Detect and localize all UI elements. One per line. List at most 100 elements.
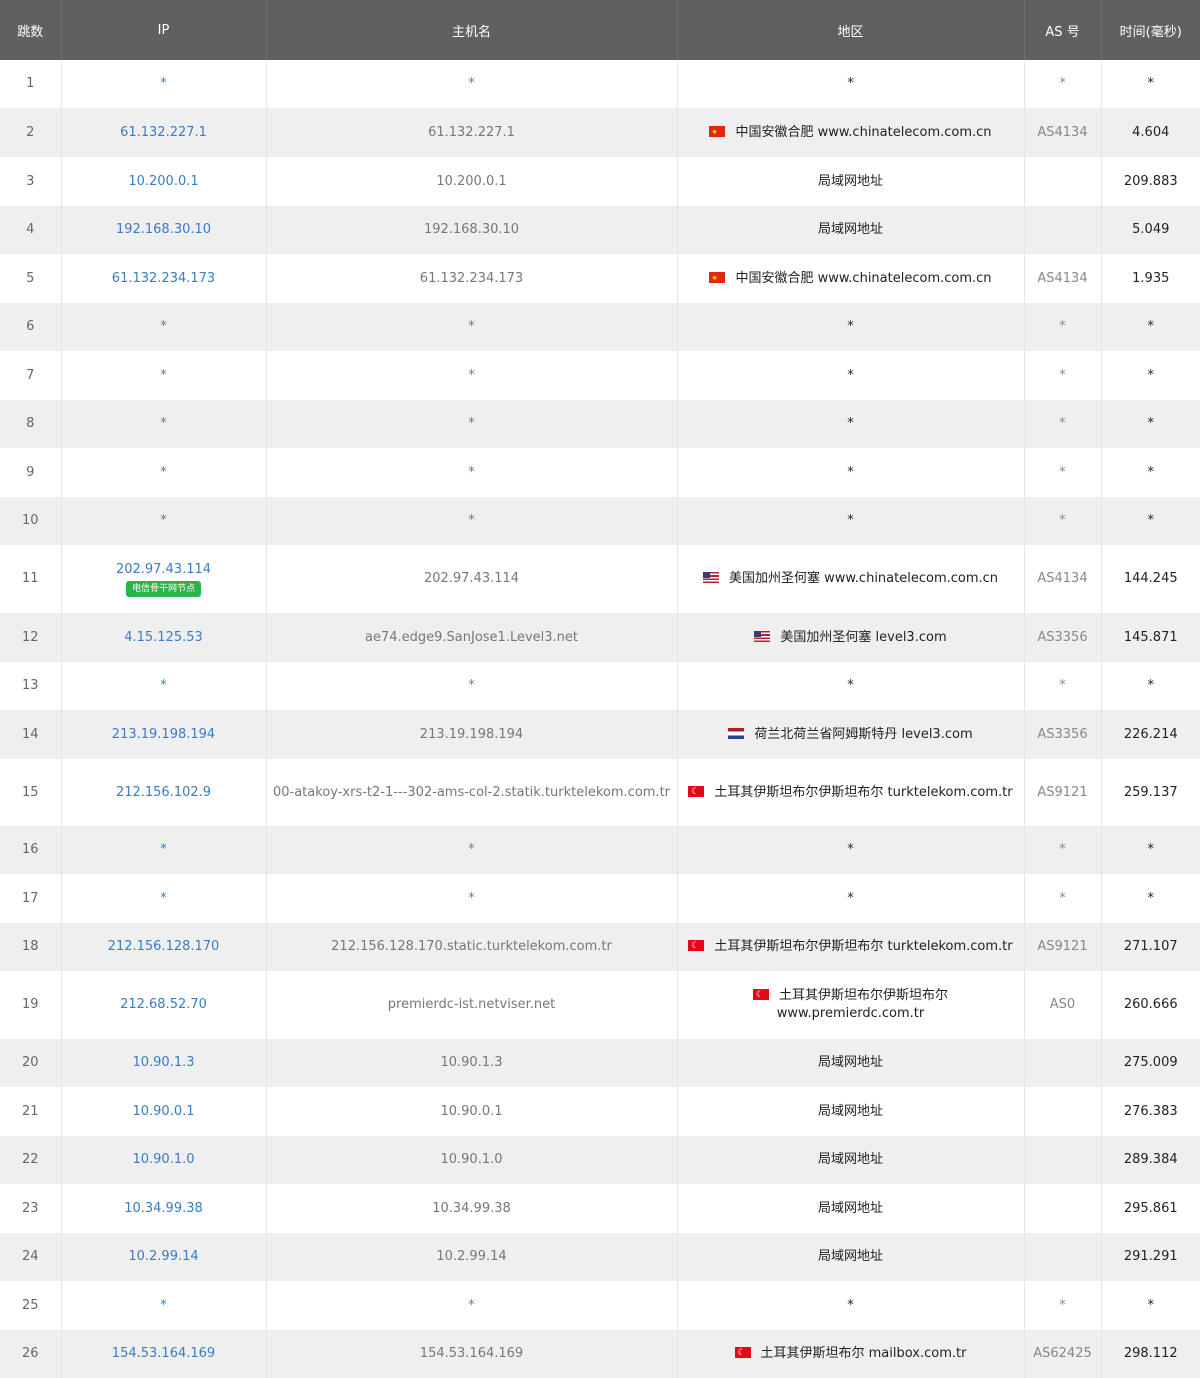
as-number: *	[1024, 400, 1102, 448]
hop-number: 13	[0, 662, 62, 710]
ip-cell[interactable]: 10.2.99.14	[61, 1233, 267, 1281]
ip-cell[interactable]: 213.19.198.194	[61, 710, 267, 759]
ip-cell[interactable]: 10.200.0.1	[61, 157, 267, 206]
hostname: *	[266, 60, 678, 108]
hop-number: 17	[0, 874, 62, 923]
ip-cell[interactable]: *	[61, 497, 267, 545]
ip-cell[interactable]: 61.132.227.1	[61, 108, 267, 157]
ip-link[interactable]: *	[160, 1298, 167, 1313]
hostname: 10.34.99.38	[266, 1184, 678, 1233]
ip-cell[interactable]: 10.34.99.38	[61, 1184, 267, 1233]
ip-link[interactable]: 154.53.164.169	[112, 1346, 215, 1361]
ip-cell[interactable]: 192.168.30.10	[61, 206, 267, 254]
time-ms: 5.049	[1132, 222, 1170, 237]
hostname: 10.90.1.3	[266, 1039, 678, 1087]
ip-cell[interactable]: 212.156.128.170	[61, 923, 267, 971]
ip-link[interactable]: *	[160, 76, 167, 91]
ip-cell[interactable]: *	[61, 826, 267, 874]
hop-number: 9	[0, 448, 62, 497]
region: 土耳其伊斯坦布尔伊斯坦布尔 www.premierdc.com.tr	[677, 971, 1025, 1039]
time-ms: *	[1147, 842, 1155, 857]
ip-cell[interactable]: *	[61, 448, 267, 497]
ip-link[interactable]: 10.90.1.3	[132, 1055, 194, 1070]
ip-link[interactable]: 10.34.99.38	[124, 1201, 203, 1216]
ip-cell[interactable]: *	[61, 662, 267, 710]
ip-link[interactable]: *	[160, 319, 167, 334]
header-region: 地区	[677, 0, 1025, 60]
hostname: *	[266, 662, 678, 710]
ip-link[interactable]: *	[160, 678, 167, 693]
as-number: *	[1024, 497, 1102, 545]
ip-link[interactable]: 61.132.234.173	[112, 271, 215, 286]
ip-link[interactable]: *	[160, 842, 167, 857]
ip-cell[interactable]: 61.132.234.173	[61, 254, 267, 303]
header-hop: 跳数	[0, 0, 62, 60]
as-number: *	[1024, 1281, 1102, 1330]
hostname: 10.2.99.14	[266, 1233, 678, 1281]
time-ms: 271.107	[1123, 939, 1178, 954]
hop-number: 16	[0, 826, 62, 874]
region: *	[677, 351, 1025, 400]
ip-link[interactable]: *	[160, 368, 167, 383]
hostname: *	[266, 303, 678, 351]
ip-cell[interactable]: *	[61, 303, 267, 351]
hostname: 192.168.30.10	[266, 206, 678, 254]
ip-cell[interactable]: *	[61, 874, 267, 923]
hostname: 154.53.164.169	[266, 1330, 678, 1378]
ip-link[interactable]: 10.200.0.1	[128, 174, 198, 189]
time-ms: *	[1147, 678, 1155, 693]
region-text: 土耳其伊斯坦布尔 mailbox.com.tr	[760, 1346, 967, 1361]
ip-link[interactable]: *	[160, 513, 167, 528]
hostname: 202.97.43.114	[266, 545, 678, 613]
ip-link[interactable]: 4.15.125.53	[124, 630, 203, 645]
ip-link[interactable]: *	[160, 416, 167, 431]
ip-link[interactable]: *	[160, 465, 167, 480]
as-number: AS9121	[1024, 923, 1102, 971]
hostname: *	[266, 448, 678, 497]
ip-cell[interactable]: 212.156.102.9	[61, 759, 267, 826]
ip-cell[interactable]: 202.97.43.114 电信骨干网节点	[61, 545, 267, 613]
hop-number: 19	[0, 971, 62, 1039]
region: *	[677, 874, 1025, 923]
ip-cell[interactable]: *	[61, 1281, 267, 1330]
ip-cell[interactable]: 212.68.52.70	[61, 971, 267, 1039]
time-ms: *	[1147, 513, 1155, 528]
time-ms: 1.935	[1132, 270, 1170, 286]
table-row: 3 10.200.0.1 10.200.0.1 局域网地址 209.883	[0, 157, 1200, 206]
time-ms: *	[1147, 416, 1155, 431]
table-row: 18 212.156.128.170 212.156.128.170.static.…	[0, 923, 1200, 971]
ip-cell[interactable]: 10.90.1.3	[61, 1039, 267, 1087]
ip-cell[interactable]: *	[61, 60, 267, 108]
ip-link[interactable]: *	[160, 891, 167, 906]
traceroute-table: 跳数 IP 主机名 地区 AS 号 时间(毫秒) 1 * * * * * 2 61.132.2…	[0, 0, 1200, 1378]
ip-cell[interactable]: *	[61, 400, 267, 448]
ip-cell[interactable]: 4.15.125.53	[61, 613, 267, 662]
region-text: *	[847, 842, 854, 857]
region-text: 局域网地址	[817, 1055, 883, 1070]
ip-cell[interactable]: 10.90.0.1	[61, 1087, 267, 1136]
table-row: 4 192.168.30.10 192.168.30.10 局域网地址 5.049	[0, 206, 1200, 254]
ip-cell[interactable]: 10.90.1.0	[61, 1136, 267, 1184]
ip-link[interactable]: 10.2.99.14	[128, 1249, 198, 1264]
time-ms: *	[1147, 890, 1155, 906]
region: *	[677, 662, 1025, 710]
ip-cell[interactable]: *	[61, 351, 267, 400]
ip-link[interactable]: 213.19.198.194	[112, 727, 215, 742]
ip-cell[interactable]: 154.53.164.169	[61, 1330, 267, 1378]
region: 局域网地址	[677, 1039, 1025, 1087]
ip-link[interactable]: 202.97.43.114	[116, 562, 211, 577]
region-text: 美国加州圣何塞 level3.com	[780, 629, 947, 645]
ip-link[interactable]: 212.156.102.9	[116, 785, 211, 800]
ip-link[interactable]: 212.68.52.70	[120, 997, 207, 1012]
as-number	[1024, 1136, 1102, 1184]
flag-tr-icon	[734, 1344, 751, 1362]
ip-link[interactable]: 61.132.227.1	[120, 125, 207, 140]
time-ms: 259.137	[1123, 784, 1178, 800]
hop-number: 21	[0, 1087, 62, 1136]
ip-link[interactable]: 192.168.30.10	[116, 222, 211, 237]
hop-number: 20	[0, 1039, 62, 1087]
ip-link[interactable]: 212.156.128.170	[108, 939, 220, 954]
region-text: 局域网地址	[817, 1152, 883, 1167]
ip-link[interactable]: 10.90.1.0	[132, 1152, 194, 1167]
ip-link[interactable]: 10.90.0.1	[132, 1104, 194, 1119]
